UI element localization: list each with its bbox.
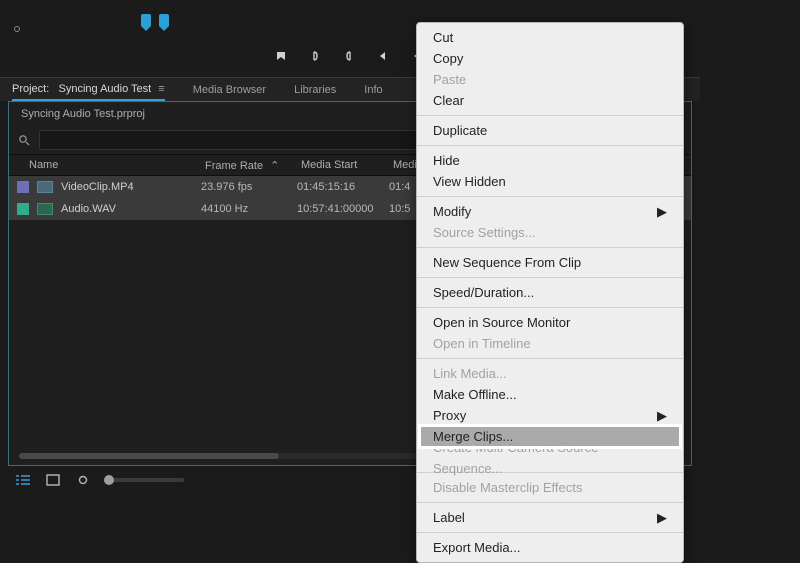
list-view-icon[interactable] — [14, 471, 32, 489]
context-menu-item[interactable]: Cut — [417, 27, 683, 48]
context-menu-item[interactable]: Copy — [417, 48, 683, 69]
zoom-handle-icon[interactable] — [74, 471, 92, 489]
context-menu-item-label: Hide — [433, 150, 460, 171]
column-name[interactable]: Name — [17, 159, 205, 171]
context-menu-item: Paste — [417, 69, 683, 90]
column-frame-rate[interactable]: Frame Rate ⌃ — [205, 159, 301, 172]
context-menu-item[interactable]: View Hidden — [417, 171, 683, 192]
context-menu-item-label: Modify — [433, 201, 471, 222]
context-menu-item-label: Create Multi-Camera Source Sequence... — [433, 437, 667, 479]
zoom-slider[interactable] — [104, 478, 184, 482]
context-menu-item-label: Clear — [433, 90, 464, 111]
context-menu-item[interactable]: Duplicate — [417, 120, 683, 141]
column-media-start[interactable]: Media Start — [301, 159, 393, 171]
context-menu-item[interactable]: Make Offline... — [417, 384, 683, 405]
context-menu-item-label: Export Media... — [433, 537, 520, 558]
context-menu-item-label: Duplicate — [433, 120, 487, 141]
context-menu-item-label: Paste — [433, 69, 466, 90]
context-menu: CutCopyPasteClear Duplicate HideView Hidde… — [416, 22, 684, 563]
mark-in-icon[interactable] — [273, 48, 289, 64]
submenu-arrow-icon: ▶ — [657, 201, 667, 222]
label-color-chip — [17, 181, 29, 193]
video-clip-icon — [37, 181, 53, 193]
zoom-slider-thumb[interactable] — [104, 475, 114, 485]
timeline-marker-1[interactable] — [141, 14, 151, 26]
context-menu-item-label: Speed/Duration... — [433, 282, 534, 303]
search-icon — [17, 133, 31, 147]
context-menu-item[interactable]: Proxy ▶ — [417, 405, 683, 426]
context-menu-item[interactable]: Label ▶ — [417, 507, 683, 528]
tab-project-prefix: Project: — [12, 83, 49, 95]
panel-menu-icon[interactable]: ≡ — [158, 83, 164, 95]
context-menu-separator — [417, 145, 683, 146]
sort-caret-icon: ⌃ — [270, 159, 279, 172]
context-menu-item: Link Media... — [417, 363, 683, 384]
context-menu-separator — [417, 247, 683, 248]
context-menu-item: Open in Timeline — [417, 333, 683, 354]
context-menu-item: Source Settings... — [417, 222, 683, 243]
context-menu-item[interactable]: Clear — [417, 90, 683, 111]
context-menu-item-label: Source Settings... — [433, 222, 536, 243]
context-menu-item-label: Disable Masterclip Effects — [433, 477, 582, 498]
context-menu-item: Create Multi-Camera Source Sequence... — [417, 447, 683, 468]
set-out-icon[interactable] — [341, 48, 357, 64]
context-menu-item[interactable]: Modify ▶ — [417, 201, 683, 222]
tab-project-name: Syncing Audio Test — [58, 83, 151, 95]
clip-name: Audio.WAV — [61, 203, 201, 215]
clip-media-start: 01:45:15:16 — [297, 181, 389, 193]
context-menu-item: Disable Masterclip Effects — [417, 477, 683, 498]
context-menu-separator — [417, 358, 683, 359]
submenu-arrow-icon: ▶ — [657, 405, 667, 426]
context-menu-item[interactable]: New Sequence From Clip — [417, 252, 683, 273]
context-menu-item-label: New Sequence From Clip — [433, 252, 581, 273]
clip-frame-rate: 44100 Hz — [201, 203, 297, 215]
context-menu-item-label: Open in Source Monitor — [433, 312, 570, 333]
scrollbar-thumb[interactable] — [19, 453, 279, 459]
context-menu-item-label: Link Media... — [433, 363, 507, 384]
audio-clip-icon — [37, 203, 53, 215]
tab-info[interactable]: Info — [364, 80, 382, 100]
timeline-marker-2[interactable] — [159, 14, 169, 26]
context-menu-item-label: Proxy — [433, 405, 466, 426]
context-menu-separator — [417, 115, 683, 116]
clip-media-start: 10:57:41:00000 — [297, 203, 389, 215]
context-menu-item[interactable]: Open in Source Monitor — [417, 312, 683, 333]
tab-project[interactable]: Project: Syncing Audio Test ≡ — [12, 79, 165, 101]
tab-libraries[interactable]: Libraries — [294, 80, 336, 100]
label-color-chip — [17, 203, 29, 215]
icon-view-icon[interactable] — [44, 471, 62, 489]
go-to-in-icon[interactable] — [375, 48, 391, 64]
context-menu-item[interactable]: Speed/Duration... — [417, 282, 683, 303]
timeline-left-handle[interactable] — [14, 26, 20, 32]
context-menu-separator — [417, 196, 683, 197]
context-menu-item-label: View Hidden — [433, 171, 506, 192]
context-menu-item[interactable]: Hide — [417, 150, 683, 171]
context-menu-item[interactable]: Export Media... — [417, 537, 683, 558]
context-menu-separator — [417, 532, 683, 533]
clip-name: VideoClip.MP4 — [61, 181, 201, 193]
context-menu-item-label: Label — [433, 507, 465, 528]
context-menu-item-label: Copy — [433, 48, 463, 69]
context-menu-item-label: Make Offline... — [433, 384, 517, 405]
context-menu-separator — [417, 277, 683, 278]
context-menu-separator — [417, 502, 683, 503]
set-in-icon[interactable] — [307, 48, 323, 64]
context-menu-item-label: Cut — [433, 27, 453, 48]
tab-media-browser[interactable]: Media Browser — [193, 80, 266, 100]
context-menu-separator — [417, 307, 683, 308]
submenu-arrow-icon: ▶ — [657, 507, 667, 528]
clip-frame-rate: 23.976 fps — [201, 181, 297, 193]
context-menu-item-label: Open in Timeline — [433, 333, 531, 354]
